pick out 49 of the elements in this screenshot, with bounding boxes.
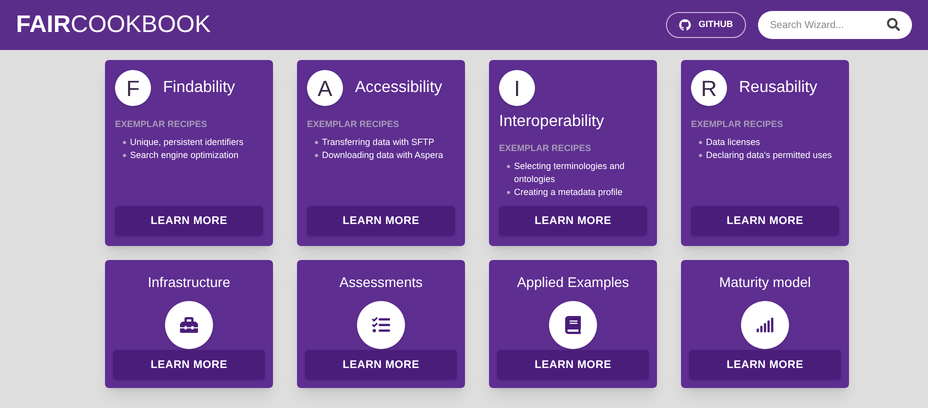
learn-more-button[interactable]: LEARN MORE (497, 350, 649, 380)
section-label: EXEMPLAR RECIPES (307, 118, 400, 131)
checklist-icon (357, 301, 405, 349)
recipe-text: Declaring data's permitted uses (706, 148, 832, 162)
search-field[interactable]: Search Wizard... (758, 11, 912, 39)
recipe-text: Selecting terminologies and ontologies (514, 160, 626, 186)
bullet-icon (507, 164, 510, 168)
recipe-text: Unique, persistent identifiers (130, 136, 244, 148)
learn-more-button[interactable]: LEARN MORE (115, 206, 263, 236)
bullet-icon (123, 154, 126, 156)
letter-badge: A (307, 70, 343, 106)
site-logo[interactable]: FAIRCOOKBOOK (16, 7, 211, 43)
learn-more-button[interactable]: LEARN MORE (113, 350, 265, 380)
github-button[interactable]: GITHUB (666, 12, 746, 38)
card-title: Accessibility (355, 78, 442, 98)
book-icon (549, 301, 597, 349)
bullet-icon (699, 140, 702, 144)
card-title: Applied Examples (516, 273, 630, 292)
learn-more-button[interactable]: LEARN MORE (307, 206, 455, 236)
bullet-icon (699, 154, 702, 156)
letter-badge: R (691, 70, 727, 106)
card-title: Reusability (739, 78, 818, 98)
bullet-icon (507, 190, 510, 194)
recipe-text: Transferring data with SFTP (322, 136, 434, 148)
section-label: EXEMPLAR RECIPES (691, 118, 784, 131)
section-label: EXEMPLAR RECIPES (115, 118, 208, 131)
card-title: Interoperability (499, 112, 604, 132)
bar-chart-icon (741, 301, 789, 349)
letter-badge: I (499, 70, 535, 106)
github-icon (678, 19, 690, 31)
recipe-text: Creating a metadata profile (514, 186, 623, 198)
learn-more-button[interactable]: LEARN MORE (691, 206, 839, 236)
card-title: Findability (163, 78, 236, 98)
learn-more-button[interactable]: LEARN MORE (689, 350, 841, 380)
recipe-text: Data licenses (706, 136, 760, 148)
recipe-text: Downloading data with Aspera (322, 148, 444, 162)
learn-more-button[interactable]: LEARN MORE (499, 206, 647, 236)
bullet-icon (315, 154, 318, 156)
bullet-icon (315, 140, 318, 144)
card-title: Maturity model (719, 273, 811, 292)
section-label: EXEMPLAR RECIPES (499, 142, 592, 155)
learn-more-button[interactable]: LEARN MORE (305, 350, 457, 380)
bullet-icon (123, 140, 126, 144)
card-title: Assessments (339, 273, 423, 292)
card-title: Infrastructure (148, 273, 230, 292)
letter-badge: F (115, 70, 151, 106)
recipe-text: Search engine optimization (130, 148, 239, 162)
search-icon[interactable] (887, 18, 900, 31)
toolbox-icon (165, 301, 213, 349)
